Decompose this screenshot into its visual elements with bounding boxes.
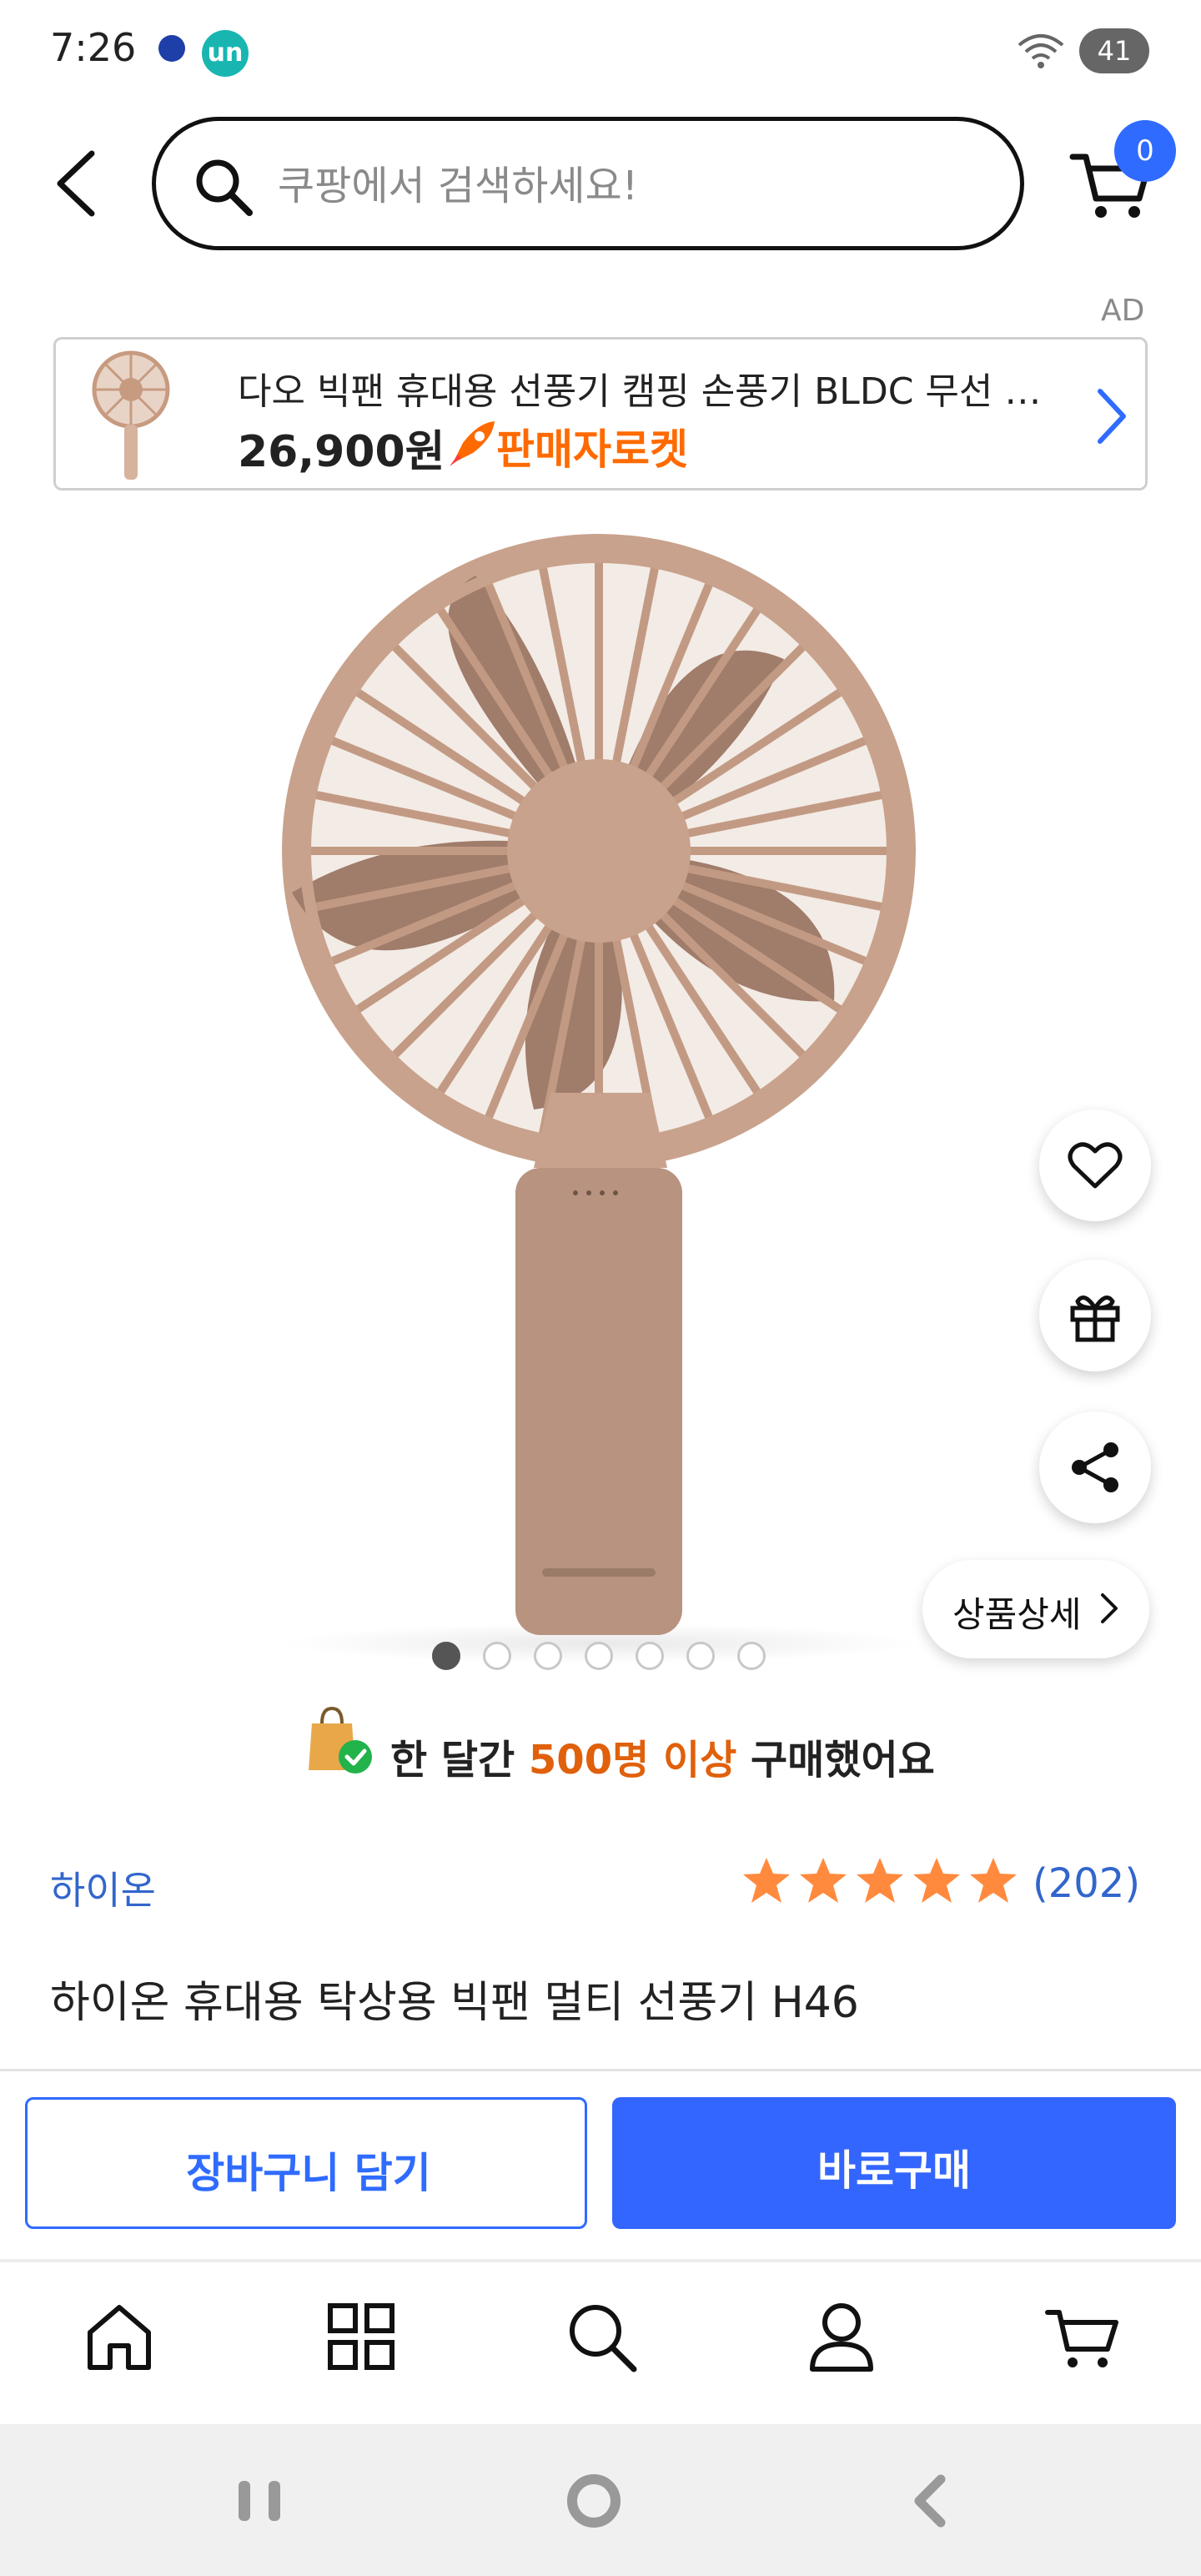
search-nav-icon[interactable] <box>564 2299 639 2374</box>
product-title: 하이온 휴대용 탁상용 빅팬 멀티 선풍기 H46 <box>50 1978 859 2028</box>
star-icon <box>743 1858 790 1903</box>
search-input[interactable]: 쿠팡에서 검색하세요! <box>152 117 1024 250</box>
categories-icon[interactable] <box>324 2299 399 2374</box>
notification-app-badge: un <box>202 30 249 77</box>
star-icon <box>857 1858 903 1903</box>
chevron-right-icon <box>1098 389 1126 444</box>
carousel-dot[interactable] <box>483 1642 511 1670</box>
heart-icon <box>1068 1142 1123 1189</box>
purchase-suffix: 구매했어요 <box>736 1737 935 1784</box>
carousel-dot[interactable] <box>636 1642 664 1670</box>
account-icon[interactable] <box>804 2299 879 2374</box>
star-icon <box>913 1858 960 1903</box>
brand-link[interactable]: 하이온 <box>50 1860 156 1915</box>
share-icon <box>1072 1442 1118 1492</box>
add-to-cart-label: 장바구니 담기 <box>186 2149 431 2197</box>
carousel-dot[interactable] <box>686 1642 715 1670</box>
system-back-icon[interactable] <box>901 2471 961 2531</box>
star-rating[interactable] <box>741 1855 1024 1910</box>
product-detail-button[interactable]: 상품상세 <box>922 1560 1149 1658</box>
search-icon <box>196 159 253 216</box>
gift-icon <box>1070 1296 1120 1342</box>
search-placeholder: 쿠팡에서 검색하세요! <box>278 163 638 209</box>
wifi-icon <box>1018 34 1064 68</box>
carousel-dot[interactable] <box>432 1642 460 1670</box>
recent-apps-icon[interactable] <box>230 2471 290 2531</box>
ad-product-thumbnail <box>92 350 170 480</box>
rocket-icon <box>450 421 495 466</box>
product-image[interactable] <box>200 509 1001 1668</box>
gift-button[interactable] <box>1039 1260 1151 1371</box>
chevron-right-icon <box>1101 1593 1118 1623</box>
divider <box>0 2259 1201 2262</box>
ad-price: 26,900원 <box>238 427 445 477</box>
ad-banner[interactable]: 다오 빅팬 휴대용 선풍기 캠핑 손풍기 BLDC 무선 핸디 선풍기 26,9… <box>53 337 1148 491</box>
add-to-cart-button[interactable]: 장바구니 담기 <box>25 2097 587 2229</box>
wishlist-button[interactable] <box>1039 1109 1151 1221</box>
carousel-dot[interactable] <box>737 1642 766 1670</box>
ad-label: AD <box>1101 294 1145 328</box>
cart-nav-icon[interactable] <box>1044 2299 1119 2374</box>
seller-rocket-badge: 판매자로켓 <box>496 425 688 474</box>
cart-count-badge: 0 <box>1114 120 1176 182</box>
purchase-prefix: 한 달간 <box>390 1737 529 1784</box>
back-button[interactable] <box>42 142 108 225</box>
home-button-icon[interactable] <box>564 2471 624 2531</box>
ad-title: 다오 빅팬 휴대용 선풍기 캠핑 손풍기 BLDC 무선 핸디 선풍기 <box>238 370 1072 413</box>
carousel-dot[interactable] <box>534 1642 562 1670</box>
shopping-bag-check-icon <box>309 1706 372 1774</box>
buy-now-label: 바로구매 <box>817 2146 971 2195</box>
buy-now-button[interactable]: 바로구매 <box>612 2097 1176 2229</box>
carousel-dot[interactable] <box>585 1642 613 1670</box>
star-icon <box>970 1858 1017 1903</box>
system-navigation-bar <box>0 2424 1201 2576</box>
status-time: 7:26 <box>50 25 137 70</box>
review-count-link[interactable]: (202) <box>1033 1860 1140 1907</box>
home-icon[interactable] <box>82 2299 157 2374</box>
battery-indicator: 41 <box>1079 28 1149 73</box>
share-button[interactable] <box>1039 1411 1151 1523</box>
star-icon <box>800 1858 847 1903</box>
notification-app-icon <box>158 35 185 62</box>
purchase-count: 500명 이상 <box>528 1737 737 1784</box>
purchase-count-banner: 한 달간 500명 이상 구매했어요 <box>390 1727 935 1785</box>
product-detail-label: 상품상세 <box>952 1594 1082 1635</box>
divider <box>0 2069 1201 2071</box>
